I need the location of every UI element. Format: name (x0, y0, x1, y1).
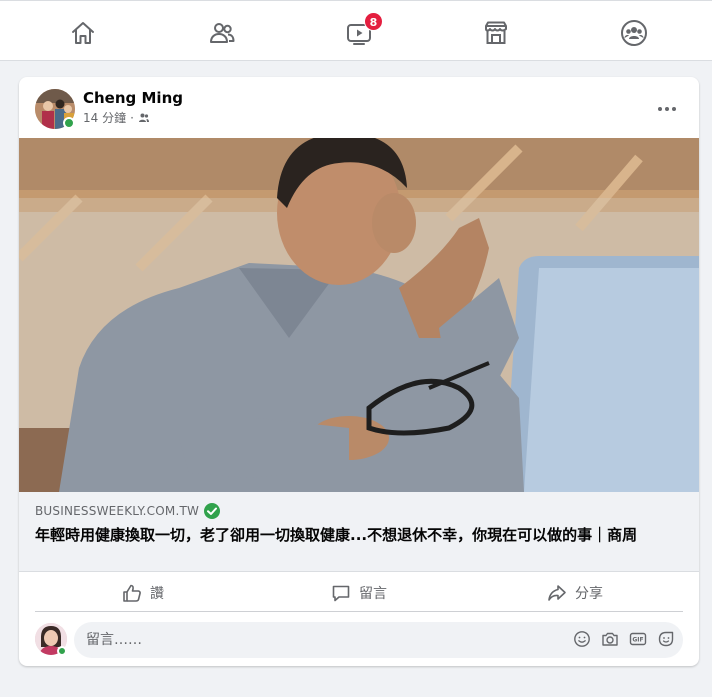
nav-marketplace[interactable] (459, 9, 533, 57)
emoji-icon[interactable] (573, 630, 591, 648)
link-domain: BUSINESSWEEKLY.COM.TW (35, 503, 221, 519)
comment-input[interactable] (86, 622, 526, 658)
share-icon (548, 584, 566, 601)
more-dot (672, 107, 676, 111)
comment-tools: GIF (573, 630, 675, 648)
nav-groups[interactable] (597, 9, 671, 57)
like-label: 讚 (150, 585, 164, 602)
post-timestamp[interactable]: 14 分鐘 (83, 109, 126, 126)
top-navigation: 8 (0, 0, 712, 61)
nav-friends[interactable] (185, 9, 259, 57)
home-icon (72, 22, 94, 44)
share-label: 分享 (575, 585, 603, 602)
online-status-indicator (63, 117, 75, 129)
camera-icon[interactable] (601, 630, 619, 648)
more-dots-icon (658, 107, 662, 111)
groups-icon (621, 20, 647, 46)
friends-audience-icon[interactable] (138, 112, 150, 124)
verified-check-icon (204, 503, 221, 519)
link-preview-image[interactable] (19, 138, 699, 492)
post-actions-bar: 讚 留言 分享 (35, 574, 683, 612)
share-button[interactable]: 分享 (467, 574, 683, 611)
comment-button[interactable]: 留言 (251, 574, 467, 611)
marketplace-icon (485, 21, 507, 44)
post-meta: 14 分鐘 · (83, 109, 150, 126)
friends-icon (210, 23, 235, 43)
comment-composer: GIF (74, 622, 683, 658)
nav-watch[interactable]: 8 (322, 9, 396, 57)
post-card: Cheng Ming 14 分鐘 · BUSINESSWEEKLY.COM.TW… (19, 77, 699, 666)
comment-label: 留言 (359, 585, 387, 602)
post-author-name[interactable]: Cheng Ming (83, 89, 183, 107)
gif-icon[interactable]: GIF (629, 630, 647, 648)
meta-separator: · (130, 110, 134, 125)
link-title[interactable]: 年輕時用健康換取一切，老了卻用一切換取健康...不想退休不幸，你現在可以做的事｜… (35, 525, 685, 546)
like-button[interactable]: 讚 (35, 574, 251, 611)
sticker-icon[interactable] (657, 630, 675, 648)
thumbs-up-icon (123, 584, 141, 602)
svg-text:GIF: GIF (632, 637, 643, 644)
current-user-online-indicator (57, 646, 67, 656)
watch-notification-badge: 8 (364, 12, 383, 31)
post-more-options-button[interactable] (649, 91, 685, 127)
link-preview[interactable]: BUSINESSWEEKLY.COM.TW 年輕時用健康換取一切，老了卻用一切換… (19, 492, 699, 572)
comment-icon (332, 585, 350, 601)
more-dot (665, 107, 669, 111)
link-domain-text: BUSINESSWEEKLY.COM.TW (35, 504, 200, 518)
nav-home[interactable] (46, 9, 120, 57)
